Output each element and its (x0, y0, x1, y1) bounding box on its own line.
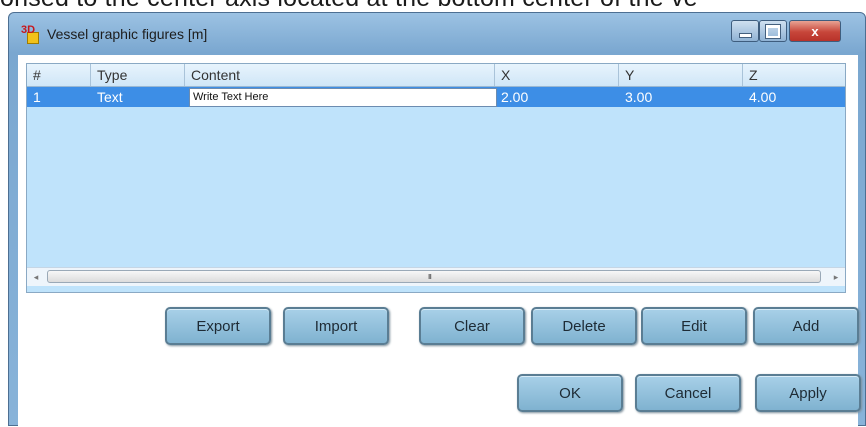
export-button[interactable]: Export (165, 307, 271, 345)
ok-button[interactable]: OK (517, 374, 623, 412)
column-header-index[interactable]: # (27, 64, 91, 86)
cell-x[interactable]: 2.00 (495, 87, 619, 107)
column-header-x[interactable]: X (495, 64, 619, 86)
add-button[interactable]: Add (753, 307, 859, 345)
app-logo-label: 3D (21, 24, 36, 36)
minimize-icon (738, 32, 752, 38)
maximize-icon (765, 23, 781, 39)
clear-button[interactable]: Clear (419, 307, 525, 345)
maximize-button[interactable] (759, 20, 787, 42)
scroll-left-icon[interactable]: ◂ (27, 268, 45, 286)
minimize-button[interactable] (731, 20, 759, 42)
window-title: Vessel graphic figures [m] (47, 26, 208, 42)
column-header-content[interactable]: Content (185, 64, 495, 86)
table-header: # Type Content X Y Z (27, 64, 845, 87)
column-header-y[interactable]: Y (619, 64, 743, 86)
app-logo-icon: 3D (21, 24, 41, 44)
title-bar[interactable]: 3D Vessel graphic figures [m] x (9, 13, 865, 55)
apply-button[interactable]: Apply (755, 374, 861, 412)
cell-z[interactable]: 4.00 (743, 87, 847, 107)
content-edit-field[interactable]: Write Text Here (189, 88, 497, 107)
figures-table[interactable]: # Type Content X Y Z 1 Text 2.00 3.00 4.… (26, 63, 846, 293)
scroll-right-icon[interactable]: ▸ (827, 268, 845, 286)
column-header-type[interactable]: Type (91, 64, 185, 86)
delete-button[interactable]: Delete (531, 307, 637, 345)
dialog-client-area: # Type Content X Y Z 1 Text 2.00 3.00 4.… (18, 55, 861, 427)
import-button[interactable]: Import (283, 307, 389, 345)
cell-y[interactable]: 3.00 (619, 87, 743, 107)
cell-type[interactable]: Text (91, 87, 185, 107)
scroll-grip-icon: III (428, 274, 432, 281)
dialog-window: 3D Vessel graphic figures [m] x # Type C… (8, 12, 866, 427)
edit-button[interactable]: Edit (641, 307, 747, 345)
scrollbar-thumb[interactable]: III (47, 270, 821, 283)
cancel-button[interactable]: Cancel (635, 374, 741, 412)
close-icon: x (811, 23, 819, 39)
column-header-z[interactable]: Z (743, 64, 847, 86)
horizontal-scrollbar[interactable]: ◂ III ▸ (27, 267, 845, 286)
close-button[interactable]: x (789, 20, 841, 42)
cell-index[interactable]: 1 (27, 87, 91, 107)
